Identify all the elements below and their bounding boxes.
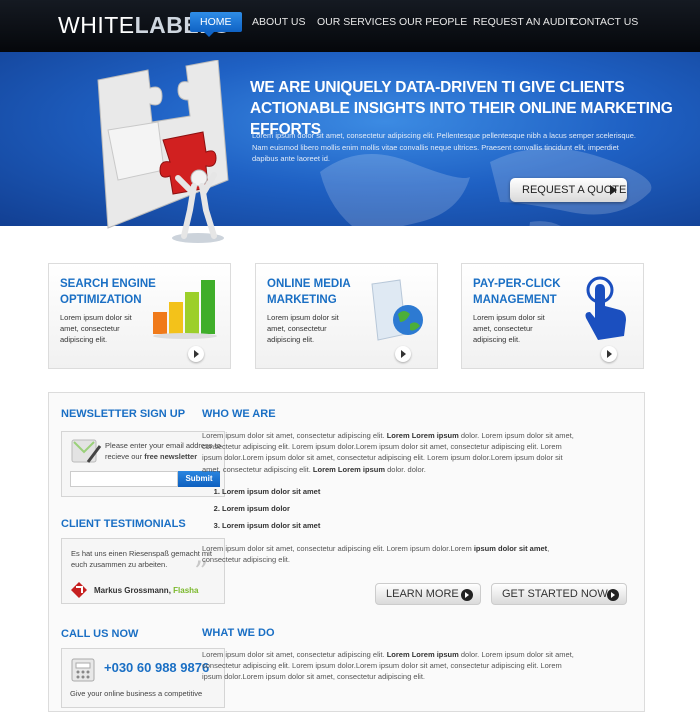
newsletter-icon (71, 439, 102, 463)
service-card-seo[interactable]: SEARCH ENGINE OPTIMIZATION Lorem ipsum d… (48, 263, 231, 369)
service-play-icon[interactable] (601, 346, 617, 362)
arrow-circle-icon (607, 589, 619, 601)
company-logo-icon (71, 582, 87, 598)
newsletter-box: Please enter your email address to recie… (61, 431, 225, 497)
service-title: PAY-PER-CLICK MANAGEMENT (473, 278, 561, 306)
newsletter-heading: NEWSLETTER SIGN UP (61, 408, 186, 420)
nav-home[interactable]: HOME (190, 12, 242, 37)
phone-icon (71, 658, 95, 682)
who-paragraph-1: Lorem ipsum dolor sit amet, consectetur … (202, 431, 574, 474)
testimonial-author: Markus Grossmann, Flasha (94, 586, 199, 595)
service-card-ppc[interactable]: PAY-PER-CLICK MANAGEMENT Lorem ipsum dol… (461, 263, 644, 369)
testimonial-box: Es hat uns einen Riesenspaß gemacht mit … (61, 538, 225, 604)
call-box: +030 60 988 9876 Give your online busine… (61, 648, 225, 708)
list-item: Lorem ipsum dolor (222, 503, 320, 520)
service-card-media[interactable]: ONLINE MEDIA MARKETING Lorem ipsum dolor… (255, 263, 438, 369)
nav-contact-us[interactable]: CONTACT US (561, 12, 648, 32)
list-item: Lorem ipsum dolor sit amet (222, 520, 320, 537)
service-play-icon[interactable] (188, 346, 204, 362)
get-started-label: GET STARTED NOW (502, 588, 608, 600)
puzzle-illustration-icon (97, 60, 229, 243)
service-text: Lorem ipsum dolor sit amet, consectetur … (60, 313, 132, 344)
globe-folder-icon (371, 279, 423, 341)
hand-pointer-icon (585, 276, 626, 340)
service-text: Lorem ipsum dolor sit amet, consectetur … (473, 313, 545, 344)
newsletter-email-input[interactable] (70, 471, 178, 487)
list-item: Lorem ipsum dolor sit amet (222, 486, 320, 503)
what-we-do-heading: WHAT WE DO (202, 627, 275, 639)
phone-number[interactable]: +030 60 988 9876 (104, 660, 209, 675)
service-title: ONLINE MEDIA MARKETING (267, 278, 351, 306)
call-text: Give your online business a competitive (70, 689, 203, 698)
bar-chart-icon (153, 280, 217, 339)
get-started-button[interactable]: GET STARTED NOW (491, 583, 627, 605)
testimonials-heading: CLIENT TESTIMONIALS (61, 518, 186, 530)
who-list: Lorem ipsum dolor sit amet Lorem ipsum d… (222, 486, 320, 537)
service-play-icon[interactable] (395, 346, 411, 362)
hero-description: Lorem ipsum dolor sit amet, consectetur … (252, 131, 636, 163)
learn-more-button[interactable]: LEARN MORE (375, 583, 481, 605)
service-text: Lorem ipsum dolor sit amet, consectetur … (267, 313, 339, 344)
arrow-circle-icon (461, 589, 473, 601)
call-heading: CALL US NOW (61, 628, 139, 640)
nav-about-us[interactable]: ABOUT US (242, 12, 315, 32)
site-header: WHITELABELS HOME ABOUT US OUR SERVICES O… (0, 0, 700, 52)
learn-more-label: LEARN MORE (386, 588, 459, 600)
what-paragraph-1: Lorem ipsum dolor sit amet, consectetur … (202, 650, 574, 682)
play-arrow-icon (610, 185, 617, 195)
service-title: SEARCH ENGINE OPTIMIZATION (60, 278, 156, 306)
request-quote-button[interactable]: REQUEST A QUOTE (510, 178, 627, 202)
who-we-are-heading: WHO WE ARE (202, 408, 276, 420)
who-paragraph-2: Lorem ipsum dolor sit amet, consectetur … (202, 544, 550, 565)
